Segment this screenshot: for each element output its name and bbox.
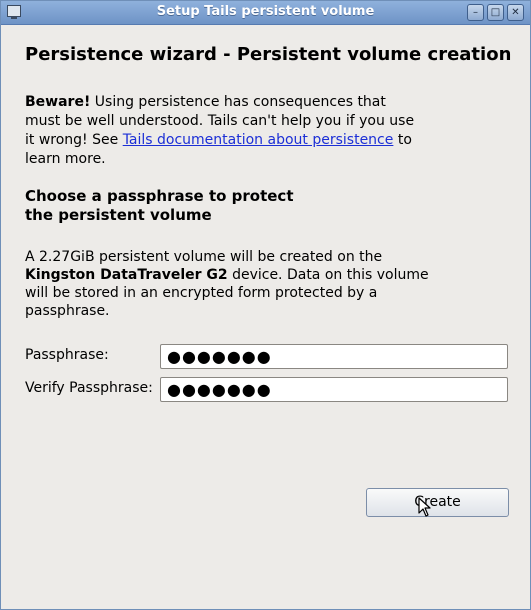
volume-info-prefix: A 2.27GiB persistent volume will be crea… — [25, 249, 383, 265]
page-title: Persistence wizard - Persistent volume c… — [25, 44, 512, 65]
verify-passphrase-label: Verify Passphrase: — [25, 380, 153, 396]
mouse-pointer-icon — [418, 497, 431, 517]
close-icon[interactable]: ✕ — [507, 4, 524, 21]
setup-window: Setup Tails persistent volume – □ ✕ Pers… — [0, 0, 531, 610]
create-button[interactable]: Create — [366, 488, 509, 517]
persistence-warning: Beware! Using persistence has consequenc… — [25, 93, 425, 169]
title-bar[interactable]: Setup Tails persistent volume – □ ✕ — [1, 1, 530, 25]
documentation-link[interactable]: Tails documentation about persistence — [123, 132, 394, 148]
passphrase-label: Passphrase: — [25, 347, 109, 363]
passphrase-section-title-line1: Choose a passphrase to protect — [25, 187, 294, 205]
passphrase-input[interactable]: ●●●●●●● — [160, 344, 508, 369]
maximize-icon[interactable]: □ — [487, 4, 504, 21]
verify-passphrase-input[interactable]: ●●●●●●● — [160, 377, 508, 402]
passphrase-section-title-line2: the persistent volume — [25, 206, 212, 224]
volume-info: A 2.27GiB persistent volume will be crea… — [25, 248, 435, 320]
minimize-icon[interactable]: – — [467, 4, 484, 21]
window-title: Setup Tails persistent volume — [156, 4, 375, 19]
passphrase-section-title: Choose a passphrase to protect the persi… — [25, 187, 345, 225]
warning-label: Beware! — [25, 94, 91, 110]
device-name: Kingston DataTraveler G2 — [25, 267, 228, 283]
